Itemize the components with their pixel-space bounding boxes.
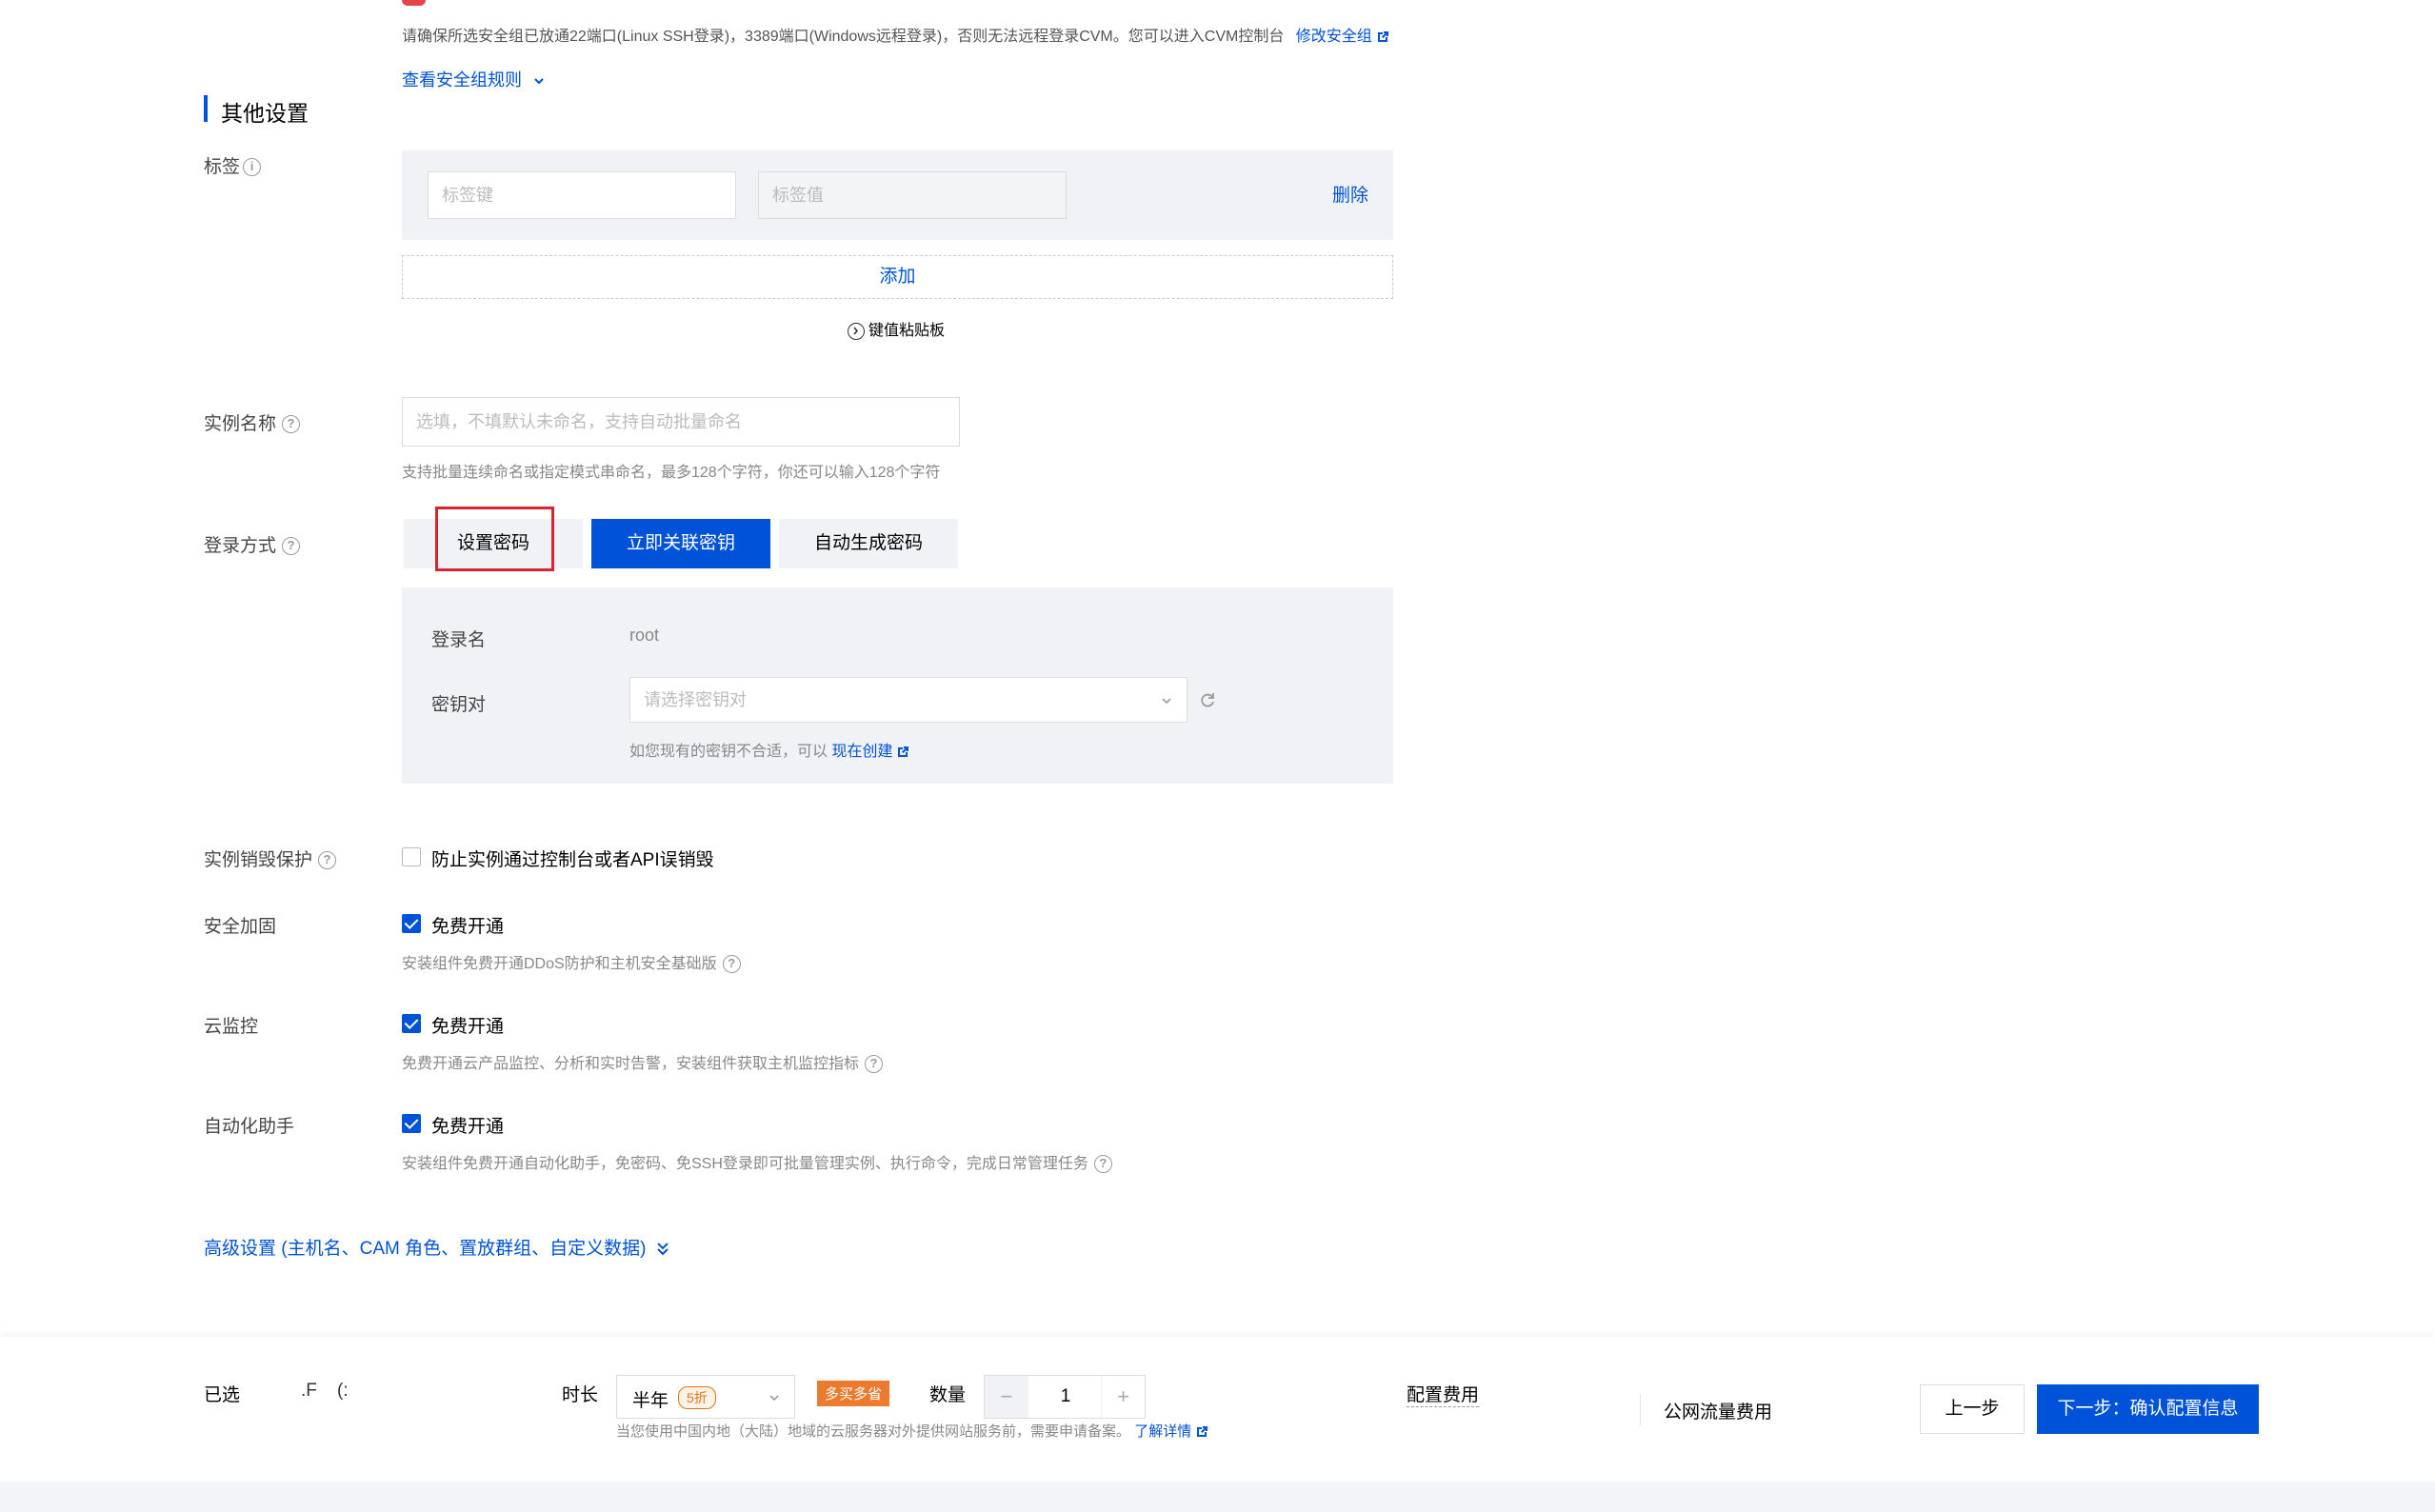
- security-harden-option: 免费开通: [431, 917, 505, 937]
- duration-label: 时长: [562, 1385, 599, 1405]
- create-keypair-link[interactable]: 现在创建: [831, 744, 909, 760]
- chevron-down-icon: [769, 1395, 779, 1402]
- chevron-circle-icon: [848, 322, 865, 340]
- prev-step-button[interactable]: 上一步: [1920, 1384, 2025, 1434]
- username-label: 登录名: [431, 630, 487, 650]
- help-icon[interactable]: ?: [722, 955, 741, 974]
- filing-notice: 当您使用中国内地（大陆）地域的云服务器对外提供网站服务前，需要申请备案。 了解详…: [616, 1421, 1208, 1441]
- external-link-icon: [1377, 30, 1388, 42]
- section-title: 其他设置: [221, 101, 309, 126]
- traffic-fee-label: 公网流量费用: [1664, 1403, 1773, 1422]
- security-notice-text: 请确保所选安全组已放通22端口(Linux SSH登录)，3389端口(Wind…: [402, 29, 1285, 45]
- discount-badge: 5折: [678, 1386, 716, 1409]
- selected-value: .F (:: [301, 1381, 349, 1401]
- cloud-monitor-hint: 免费开通云产品监控、分析和实时告警，安装组件获取主机监控指标?: [402, 1050, 884, 1074]
- key-value-paste-button[interactable]: 键值粘贴板: [848, 317, 945, 340]
- modify-security-group-link[interactable]: 修改安全组: [1296, 29, 1389, 45]
- username-value: root: [629, 626, 660, 645]
- fee-divider: [1640, 1394, 1641, 1426]
- external-link-icon: [898, 746, 909, 757]
- quantity-increment-button[interactable]: +: [1101, 1376, 1145, 1418]
- tab-link-keypair[interactable]: 立即关联密钥: [591, 519, 770, 568]
- help-icon[interactable]: ?: [1093, 1155, 1112, 1174]
- automation-checkbox[interactable]: [402, 1114, 421, 1133]
- chevron-down-icon: [534, 78, 544, 85]
- help-icon[interactable]: ?: [865, 1055, 884, 1074]
- cloud-monitor-option: 免费开通: [431, 1017, 505, 1037]
- quantity-label: 数量: [929, 1385, 967, 1405]
- config-fee-label[interactable]: 配置费用: [1407, 1381, 1480, 1407]
- learn-more-link[interactable]: 了解详情: [1134, 1423, 1208, 1440]
- tags-label: 标签 i: [204, 152, 262, 178]
- security-notice: [402, 0, 426, 6]
- quantity-stepper[interactable]: − 1 +: [984, 1375, 1146, 1419]
- duration-select[interactable]: 半年 5折: [616, 1375, 795, 1419]
- help-icon[interactable]: ?: [282, 537, 301, 556]
- keypair-hint: 如您现有的密钥不合适，可以 现在创建: [629, 738, 909, 761]
- tag-add-button[interactable]: 添加: [402, 255, 1393, 299]
- double-chevron-down-icon: [657, 1243, 669, 1256]
- help-icon[interactable]: ?: [282, 415, 301, 434]
- security-notice-row: 请确保所选安全组已放通22端口(Linux SSH登录)，3389端口(Wind…: [402, 23, 1389, 46]
- keypair-label: 密钥对: [431, 695, 487, 715]
- info-icon[interactable]: i: [243, 158, 262, 177]
- highlight-box: [435, 507, 554, 571]
- help-icon[interactable]: ?: [318, 851, 337, 870]
- destroy-protection-option: 防止实例通过控制台或者API误销毁: [431, 850, 714, 870]
- login-panel: 登录名 root 密钥对 请选择密钥对 如您现有的密钥不合适，可以 现在创建: [402, 587, 1393, 784]
- view-security-rules-link[interactable]: 查看安全组规则: [402, 67, 546, 91]
- tag-value-input[interactable]: 标签值: [758, 171, 1067, 219]
- section-title-bar: [204, 95, 208, 122]
- automation-label: 自动化助手: [204, 1117, 295, 1137]
- bottom-strip: [0, 1482, 2435, 1512]
- security-harden-label: 安全加固: [204, 917, 277, 937]
- selected-label: 已选: [204, 1385, 241, 1405]
- instance-name-input[interactable]: 选填，不填默认未命名，支持自动批量命名: [402, 397, 960, 447]
- destroy-protection-checkbox[interactable]: [402, 847, 421, 866]
- next-step-button[interactable]: 下一步：确认配置信息: [2037, 1384, 2259, 1434]
- tab-auto-password[interactable]: 自动生成密码: [779, 519, 958, 568]
- duration-value: 半年: [632, 1391, 669, 1411]
- security-harden-checkbox[interactable]: [402, 914, 421, 933]
- keypair-select[interactable]: 请选择密钥对: [629, 677, 1188, 723]
- cloud-monitor-checkbox[interactable]: [402, 1014, 421, 1033]
- destroy-protection-label: 实例销毁保护?: [204, 846, 337, 871]
- instance-name-label: 实例名称?: [204, 409, 301, 435]
- cloud-monitor-label: 云监控: [204, 1017, 259, 1037]
- advanced-settings-link[interactable]: 高级设置 (主机名、CAM 角色、置放群组、自定义数据): [204, 1234, 670, 1260]
- refresh-icon[interactable]: [1198, 691, 1217, 710]
- automation-option: 免费开通: [431, 1117, 505, 1137]
- tag-key-input[interactable]: 标签键: [428, 171, 736, 219]
- automation-hint: 安装组件免费开通自动化助手，免密码、免SSH登录即可批量管理实例、执行命令，完成…: [402, 1150, 1112, 1174]
- security-harden-hint: 安装组件免费开通DDoS防护和主机安全基础版?: [402, 950, 741, 974]
- tag-delete-link[interactable]: 删除: [1332, 181, 1368, 207]
- footer-bar: 已选 .F (: 时长 半年 5折 多买多省 数量 − 1 + 当您使用中国内地…: [0, 1337, 2435, 1482]
- instance-name-hint: 支持批量连续命名或指定模式串命名，最多128个字符，你还可以输入128个字符: [402, 465, 941, 481]
- external-link-icon: [1197, 1426, 1208, 1438]
- tags-panel: 标签键 标签值 删除: [402, 150, 1393, 240]
- promo-tag: 多买多省: [817, 1381, 890, 1406]
- quantity-value[interactable]: 1: [1028, 1376, 1103, 1418]
- chevron-down-icon: [1162, 698, 1171, 705]
- login-method-label: 登录方式?: [204, 531, 301, 557]
- quantity-decrement-button[interactable]: −: [985, 1376, 1028, 1418]
